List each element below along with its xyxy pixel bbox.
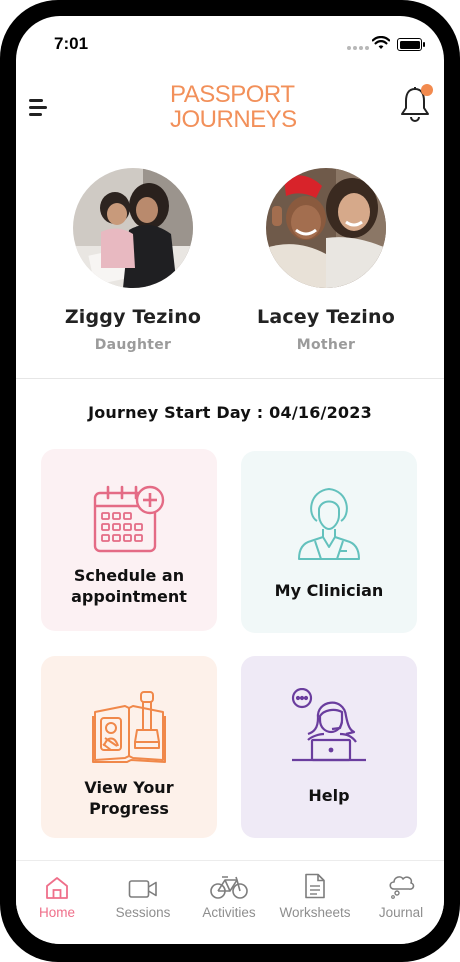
home-icon	[46, 877, 68, 899]
calendar-add-icon	[93, 485, 165, 553]
app-screen: 7:01 PASSPORT JOURNEYS Ziggy Tezino Daug…	[16, 16, 444, 944]
menu-icon	[29, 99, 43, 102]
bicycle-icon	[210, 876, 248, 899]
nav-journal[interactable]: Journal	[358, 871, 444, 920]
wifi-icon	[372, 36, 390, 49]
video-camera-icon	[128, 880, 157, 898]
nav-label: Worksheets	[279, 905, 351, 920]
phone-frame: 7:01 PASSPORT JOURNEYS Ziggy Tezino Daug…	[0, 0, 460, 962]
nav-sessions[interactable]: Sessions	[100, 871, 186, 920]
profile-name: Ziggy Tezino	[64, 306, 202, 328]
card-label: Help	[308, 786, 350, 805]
status-time: 7:01	[54, 34, 89, 53]
avatar	[73, 168, 193, 288]
card-label-line-1: View Your	[84, 778, 174, 797]
app-logo: PASSPORT JOURNEYS	[170, 81, 297, 136]
bottom-navigation: Home Sessions Activities Worksheets Jour…	[16, 860, 444, 944]
schedule-appointment-card[interactable]: Schedule an appointment	[41, 449, 217, 631]
card-label: My Clinician	[274, 581, 384, 600]
status-bar: 7:01	[16, 16, 444, 66]
notification-button[interactable]	[399, 84, 433, 126]
nav-worksheets[interactable]: Worksheets	[272, 871, 358, 920]
nav-home[interactable]: Home	[16, 871, 100, 920]
journey-start-day: Journey Start Day : 04/16/2023	[88, 403, 372, 422]
card-label-line-2: Progress	[89, 799, 169, 818]
profile-daughter[interactable]: Ziggy Tezino Daughter	[53, 168, 213, 353]
logo-line-2: JOURNEYS	[170, 106, 297, 133]
profile-name: Lacey Tezino	[257, 306, 395, 328]
nav-label: Home	[38, 905, 75, 920]
nav-label: Journal	[378, 905, 424, 920]
card-label-line-2: appointment	[71, 587, 187, 606]
signal-icon	[347, 46, 369, 50]
profile-mother[interactable]: Lacey Tezino Mother	[246, 168, 406, 353]
nav-label: Sessions	[115, 905, 171, 920]
notification-badge	[421, 84, 433, 96]
profile-role: Daughter	[94, 337, 172, 353]
thought-cloud-icon	[389, 876, 415, 899]
avatar	[266, 168, 386, 288]
nav-label: Activities	[202, 905, 256, 920]
card-label-line-1: Schedule an	[73, 566, 185, 585]
view-progress-card[interactable]: View Your Progress	[41, 656, 217, 838]
menu-button[interactable]	[29, 96, 51, 118]
help-card[interactable]: Help	[241, 656, 417, 838]
document-icon	[305, 873, 325, 899]
my-clinician-card[interactable]: My Clinician	[241, 451, 417, 633]
passport-stamp-icon	[92, 691, 166, 763]
clinician-icon	[298, 488, 360, 560]
logo-line-1: PASSPORT	[170, 81, 295, 108]
support-agent-icon	[291, 688, 366, 762]
section-divider	[16, 378, 444, 379]
nav-activities[interactable]: Activities	[186, 871, 272, 920]
profile-role: Mother	[296, 337, 356, 353]
battery-icon	[397, 38, 425, 51]
